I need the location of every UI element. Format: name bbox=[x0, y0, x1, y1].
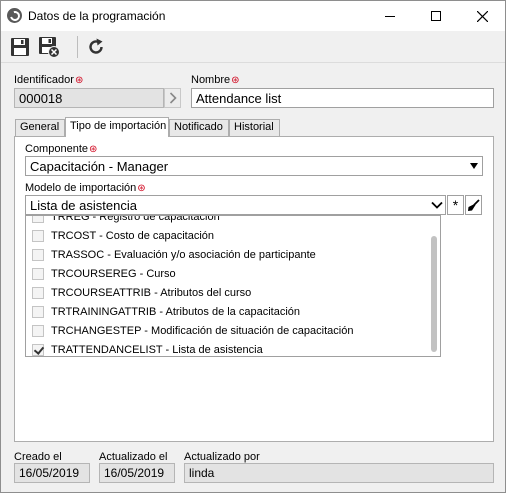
close-icon bbox=[476, 10, 488, 22]
component-label: Componente⊛ bbox=[25, 143, 97, 155]
updated-label: Actualizado el bbox=[99, 451, 168, 463]
name-input[interactable]: Attendance list bbox=[191, 88, 494, 108]
model-option[interactable]: TRCOURSEREG - Curso bbox=[26, 264, 426, 283]
maximize-icon bbox=[431, 11, 441, 21]
checkbox[interactable] bbox=[32, 324, 44, 337]
updated-by-label: Actualizado por bbox=[184, 451, 260, 463]
save-and-close-icon bbox=[39, 37, 60, 58]
identifier-label-text: Identificador bbox=[14, 74, 74, 86]
model-option[interactable]: TRATTENDANCELIST - Lista de asistencia bbox=[26, 340, 426, 356]
minimize-button[interactable] bbox=[367, 1, 413, 31]
model-select[interactable]: Lista de asistencia bbox=[25, 195, 446, 215]
required-icon: ⊛ bbox=[89, 144, 98, 155]
name-label: Nombre⊛ bbox=[191, 74, 240, 86]
model-label-text: Modelo de importación bbox=[25, 182, 137, 194]
model-option[interactable]: TRCOST - Costo de capacitación bbox=[26, 226, 426, 245]
component-select[interactable]: Capacitación - Manager bbox=[25, 156, 483, 176]
model-select-value: Lista de asistencia bbox=[30, 198, 137, 213]
tab-general[interactable]: General bbox=[15, 119, 65, 136]
checkbox[interactable] bbox=[32, 305, 44, 318]
model-option-label: TRREG - Registro de capacitación bbox=[51, 215, 220, 223]
minimize-icon bbox=[385, 15, 395, 17]
close-button[interactable] bbox=[459, 1, 505, 31]
maximize-button[interactable] bbox=[413, 1, 459, 31]
tab-historial[interactable]: Historial bbox=[229, 119, 280, 136]
name-label-text: Nombre bbox=[191, 74, 231, 86]
toolbar-separator bbox=[77, 36, 78, 58]
save-icon bbox=[11, 38, 29, 56]
model-option[interactable]: TRTRAININGATTRIB - Atributos de la capac… bbox=[26, 302, 426, 321]
component-label-text: Componente bbox=[25, 143, 88, 155]
model-new-button[interactable]: * bbox=[447, 195, 464, 215]
identifier-label: Identificador⊛ bbox=[14, 74, 83, 86]
checkbox[interactable] bbox=[32, 267, 44, 280]
app-icon bbox=[7, 8, 22, 23]
model-option-label: TRCOURSEREG - Curso bbox=[51, 267, 176, 280]
checkbox-checked[interactable] bbox=[32, 343, 44, 356]
model-label: Modelo de importación⊛ bbox=[25, 182, 146, 194]
dialog-window: Datos de la programación Identificador⊛ … bbox=[0, 0, 506, 493]
updated-by-field: linda bbox=[184, 463, 494, 483]
required-icon: ⊛ bbox=[137, 183, 146, 194]
model-options-list: TRATTENDANCELIST - Lista de asistencia TR… bbox=[25, 215, 441, 357]
refresh-icon bbox=[89, 38, 103, 54]
window-title: Datos de la programación bbox=[28, 9, 166, 23]
refresh-button[interactable] bbox=[84, 35, 108, 59]
model-option[interactable]: TRASSOC - Evaluación y/o asociación de p… bbox=[26, 245, 426, 264]
model-option-label: TRASSOC - Evaluación y/o asociación de p… bbox=[51, 248, 316, 261]
created-field: 16/05/2019 bbox=[14, 463, 90, 483]
checkbox[interactable] bbox=[32, 229, 44, 242]
tab-notificado[interactable]: Notificado bbox=[169, 119, 229, 136]
dropdown-arrow-icon bbox=[470, 163, 478, 169]
required-icon: ⊛ bbox=[231, 75, 240, 86]
asterisk-icon: * bbox=[452, 197, 459, 213]
model-option-label: TRCHANGESTEP - Modificación de situación… bbox=[51, 324, 354, 337]
checkbox[interactable] bbox=[32, 286, 44, 299]
chevron-right-icon bbox=[169, 92, 177, 104]
updated-field: 16/05/2019 bbox=[99, 463, 175, 483]
save-button[interactable] bbox=[8, 35, 32, 59]
broom-icon bbox=[468, 198, 480, 211]
model-option[interactable]: TRCOURSEATTRIB - Atributos del curso bbox=[26, 283, 426, 302]
created-label: Creado el bbox=[14, 451, 62, 463]
save-and-close-button[interactable] bbox=[37, 35, 61, 59]
title-bar: Datos de la programación bbox=[1, 1, 505, 31]
checkbox[interactable] bbox=[32, 248, 44, 261]
required-icon: ⊛ bbox=[74, 75, 84, 86]
tab-tipo-de-importacion[interactable]: Tipo de importación bbox=[65, 117, 169, 137]
model-option[interactable]: TRCHANGESTEP - Modificación de situación… bbox=[26, 321, 426, 340]
identifier-next-button[interactable] bbox=[164, 88, 181, 108]
chevron-down-icon bbox=[431, 201, 443, 209]
identifier-field: 000018 bbox=[14, 88, 164, 108]
scrollbar[interactable] bbox=[431, 236, 437, 352]
model-option-label: TRATTENDANCELIST - Lista de asistencia bbox=[51, 343, 263, 356]
toolbar bbox=[1, 31, 505, 63]
component-select-value: Capacitación - Manager bbox=[30, 159, 169, 174]
model-option[interactable]: TRREG - Registro de capacitación bbox=[26, 215, 426, 226]
checkbox[interactable] bbox=[32, 216, 44, 223]
model-option-label: TRCOST - Costo de capacitación bbox=[51, 229, 215, 242]
model-option-label: TRCOURSEATTRIB - Atributos del curso bbox=[51, 286, 252, 299]
model-clear-button[interactable] bbox=[465, 195, 482, 215]
model-option-label: TRTRAININGATTRIB - Atributos de la capac… bbox=[51, 305, 301, 318]
